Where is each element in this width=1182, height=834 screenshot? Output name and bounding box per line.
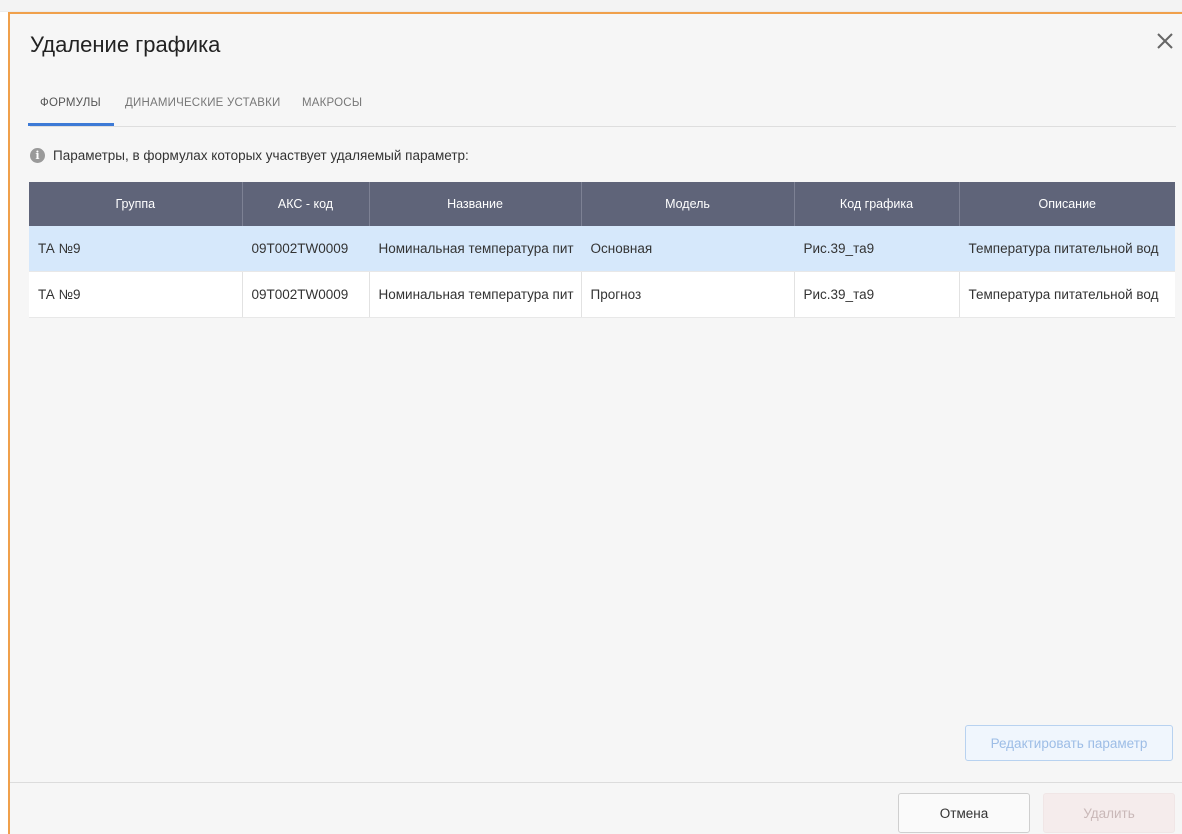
- cell-name: Номинальная температура пит: [369, 271, 582, 318]
- column-header-aks-code[interactable]: АКС - код: [242, 182, 370, 226]
- cell-chart-code: Рис.39_та9: [794, 271, 960, 318]
- tab-dynamic-settings[interactable]: ДИНАМИЧЕСКИЕ УСТАВКИ: [125, 92, 281, 126]
- cell-model: Основная: [581, 226, 795, 272]
- cell-name: Номинальная температура пит: [369, 226, 582, 272]
- table-header-row: Группа АКС - код Название Модель Код гра…: [29, 182, 1175, 226]
- cell-aks-code: 09T002TW0009: [242, 271, 370, 318]
- cancel-button[interactable]: Отмена: [898, 793, 1030, 833]
- tab-macros[interactable]: МАКРОСЫ: [302, 92, 362, 126]
- close-icon[interactable]: [1152, 28, 1178, 54]
- cell-chart-code: Рис.39_та9: [794, 226, 960, 272]
- column-header-group[interactable]: Группа: [29, 182, 243, 226]
- info-icon: i: [30, 147, 45, 163]
- background-window-strip: [0, 0, 1182, 12]
- table-row[interactable]: ТА №9 09T002TW0009 Номинальная температу…: [29, 271, 1175, 318]
- cell-aks-code: 09T002TW0009: [242, 226, 370, 272]
- cell-description: Температура питательной вод: [959, 271, 1175, 318]
- column-header-chart-code[interactable]: Код графика: [794, 182, 960, 226]
- delete-button[interactable]: Удалить: [1043, 793, 1175, 833]
- table-row[interactable]: ТА №9 09T002TW0009 Номинальная температу…: [29, 226, 1175, 272]
- active-tab-indicator: [28, 123, 114, 126]
- cell-group: ТА №9: [29, 226, 243, 272]
- tab-bar: ФОРМУЛЫ ДИНАМИЧЕСКИЕ УСТАВКИ МАКРОСЫ: [28, 92, 1176, 127]
- cell-group: ТА №9: [29, 271, 243, 318]
- dialog-title: Удаление графика: [30, 32, 221, 57]
- delete-chart-dialog: Удаление графика ФОРМУЛЫ ДИНАМИЧЕСКИЕ УС…: [8, 12, 1182, 834]
- edit-parameter-button[interactable]: Редактировать параметр: [965, 725, 1173, 761]
- parameters-table: Группа АКС - код Название Модель Код гра…: [29, 182, 1175, 318]
- column-header-model[interactable]: Модель: [581, 182, 795, 226]
- info-text: Параметры, в формулах которых участвует …: [53, 147, 469, 163]
- column-header-name[interactable]: Название: [369, 182, 582, 226]
- cell-description: Температура питательной вод: [959, 226, 1175, 272]
- footer-divider: [10, 782, 1182, 783]
- cell-model: Прогноз: [581, 271, 795, 318]
- info-message: i Параметры, в формулах которых участвуе…: [30, 146, 469, 164]
- column-header-description[interactable]: Описание: [959, 182, 1175, 226]
- tab-formulas[interactable]: ФОРМУЛЫ: [40, 92, 101, 126]
